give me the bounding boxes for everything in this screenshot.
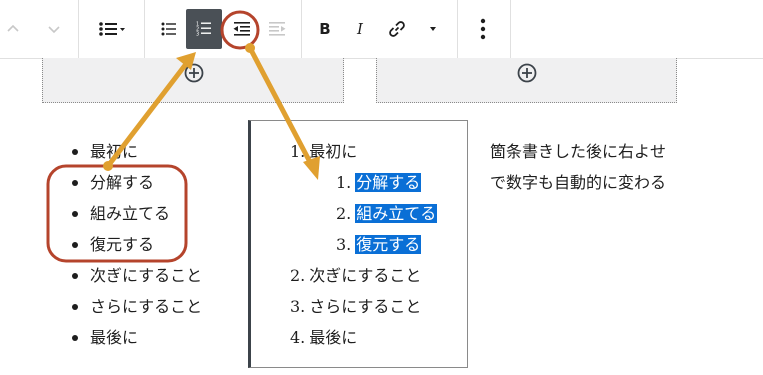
chevron-up-icon bbox=[7, 24, 19, 32]
list-item[interactable]: 組み立てる bbox=[72, 198, 202, 229]
list-style-button[interactable] bbox=[92, 9, 132, 49]
nested-list-item[interactable]: 2. 組み立てる bbox=[290, 198, 438, 229]
link-icon bbox=[389, 21, 405, 37]
ordered-list-icon: 1 2 3 bbox=[196, 22, 211, 38]
caret-down-icon bbox=[430, 27, 436, 31]
unordered-list-button[interactable] bbox=[151, 9, 187, 49]
more-vertical-icon bbox=[480, 18, 486, 40]
list-item[interactable]: 2. 次ぎにすること bbox=[290, 260, 437, 291]
indent-button[interactable] bbox=[259, 9, 295, 49]
list-item-text: 最初に bbox=[309, 142, 358, 161]
list-number: 4. bbox=[290, 328, 306, 347]
list-item[interactable]: 分解する bbox=[72, 167, 202, 198]
list-format-group: 1 2 3 bbox=[144, 0, 302, 58]
list-item-text: さらにすること bbox=[90, 297, 203, 316]
list-icon bbox=[99, 22, 125, 36]
annotation-note: 箇条書きした後に右よせで数字も自動的に変わる bbox=[490, 142, 667, 192]
mover-group bbox=[0, 0, 79, 58]
list-item-text: 組み立てる bbox=[90, 204, 171, 223]
placeholder-block-left[interactable] bbox=[42, 58, 344, 103]
nested-list-item[interactable]: 3. 復元する bbox=[290, 229, 437, 260]
list-number: 1. bbox=[290, 142, 306, 161]
selected-text: 組み立てる bbox=[355, 204, 438, 223]
list-item-text: 分解する bbox=[90, 173, 155, 192]
list-number: 2. bbox=[290, 266, 306, 285]
options-group bbox=[457, 0, 511, 58]
list-item[interactable]: さらにすること bbox=[72, 291, 203, 322]
list-item[interactable]: 最後に bbox=[72, 322, 202, 353]
more-rich-text-button[interactable] bbox=[415, 9, 451, 49]
list-type-group bbox=[78, 0, 145, 58]
list-item-text: 最初に bbox=[90, 142, 139, 161]
bullet-icon bbox=[72, 304, 78, 310]
bullet-icon bbox=[72, 335, 78, 341]
list-item-text: 最後に bbox=[90, 328, 139, 347]
list-item-text: 次ぎにすること bbox=[309, 266, 422, 285]
list-item[interactable]: 次ぎにすること bbox=[72, 260, 203, 291]
list-number: 1. bbox=[336, 173, 352, 192]
bullet-icon bbox=[72, 242, 78, 248]
list-number: 3. bbox=[336, 235, 352, 254]
list-item-text: 次ぎにすること bbox=[90, 266, 203, 285]
placeholder-block-right[interactable] bbox=[376, 58, 677, 103]
nested-list-item[interactable]: 1. 分解する bbox=[290, 167, 437, 198]
ordered-list-button[interactable]: 1 2 3 bbox=[186, 9, 222, 49]
italic-button[interactable]: I bbox=[342, 9, 378, 49]
list-number: 3. bbox=[290, 297, 306, 316]
format-group: B I bbox=[301, 0, 458, 58]
list-item-text: 復元する bbox=[90, 235, 155, 254]
bold-button[interactable]: B bbox=[307, 9, 343, 49]
bullet-icon bbox=[72, 180, 78, 186]
numbered-list[interactable]: 1. 最初に 1. 分解する 2. 組み立てる 3. 復元する 2. 次ぎにすること 3.… bbox=[290, 136, 438, 353]
list-item[interactable]: 復元する bbox=[72, 229, 202, 260]
bullet-icon bbox=[72, 211, 78, 217]
list-item-text: 最後に bbox=[309, 328, 358, 347]
bullet-icon bbox=[72, 273, 78, 279]
selected-text: 分解する bbox=[355, 173, 422, 192]
list-item[interactable]: 1. 最初に bbox=[290, 136, 437, 167]
link-button[interactable] bbox=[379, 9, 415, 49]
selected-text: 復元する bbox=[355, 235, 422, 254]
add-block-icon[interactable] bbox=[517, 63, 537, 83]
outdent-icon bbox=[233, 22, 250, 36]
move-down-button[interactable] bbox=[36, 9, 72, 49]
outdent-button[interactable] bbox=[224, 9, 260, 49]
indent-icon bbox=[269, 22, 286, 36]
list-item[interactable]: 4. 最後に bbox=[290, 322, 437, 353]
chevron-down-icon bbox=[48, 26, 60, 34]
svg-text:3: 3 bbox=[196, 32, 199, 38]
list-item[interactable]: 3. さらにすること bbox=[290, 291, 437, 322]
bulleted-list[interactable]: 最初に 分解する 組み立てる 復元する 次ぎにすること さらにすること 最後に bbox=[72, 136, 203, 353]
list-item-text: さらにすること bbox=[309, 297, 422, 316]
move-up-button[interactable] bbox=[0, 9, 31, 49]
unordered-list-icon bbox=[161, 22, 176, 36]
more-options-button[interactable] bbox=[465, 9, 501, 49]
block-toolbar: 1 2 3 B I bbox=[0, 0, 763, 59]
list-item[interactable]: 最初に bbox=[72, 136, 202, 167]
add-block-icon[interactable] bbox=[184, 63, 204, 83]
bullet-icon bbox=[72, 149, 78, 155]
list-number: 2. bbox=[336, 204, 352, 223]
